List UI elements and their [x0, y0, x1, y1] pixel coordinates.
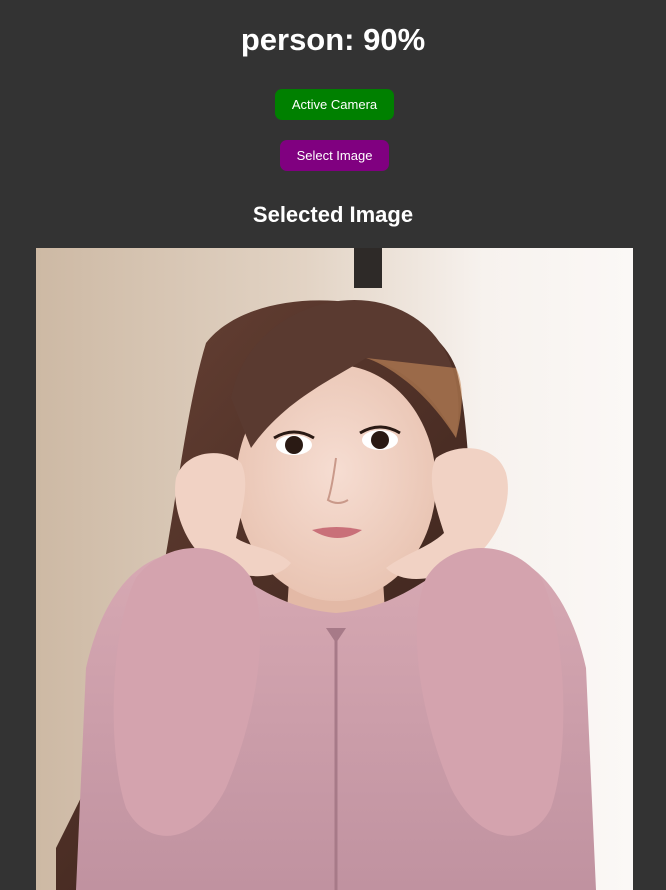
select-image-button[interactable]: Select Image [280, 140, 389, 171]
active-camera-button[interactable]: Active Camera [275, 89, 394, 120]
person-photo-illustration [36, 248, 633, 890]
app-page: person: 90% Active Camera Select Image S… [0, 0, 666, 890]
selected-image [36, 248, 633, 890]
prediction-label: person: 90% [240, 22, 426, 57]
selected-image-heading: Selected Image [252, 202, 414, 227]
